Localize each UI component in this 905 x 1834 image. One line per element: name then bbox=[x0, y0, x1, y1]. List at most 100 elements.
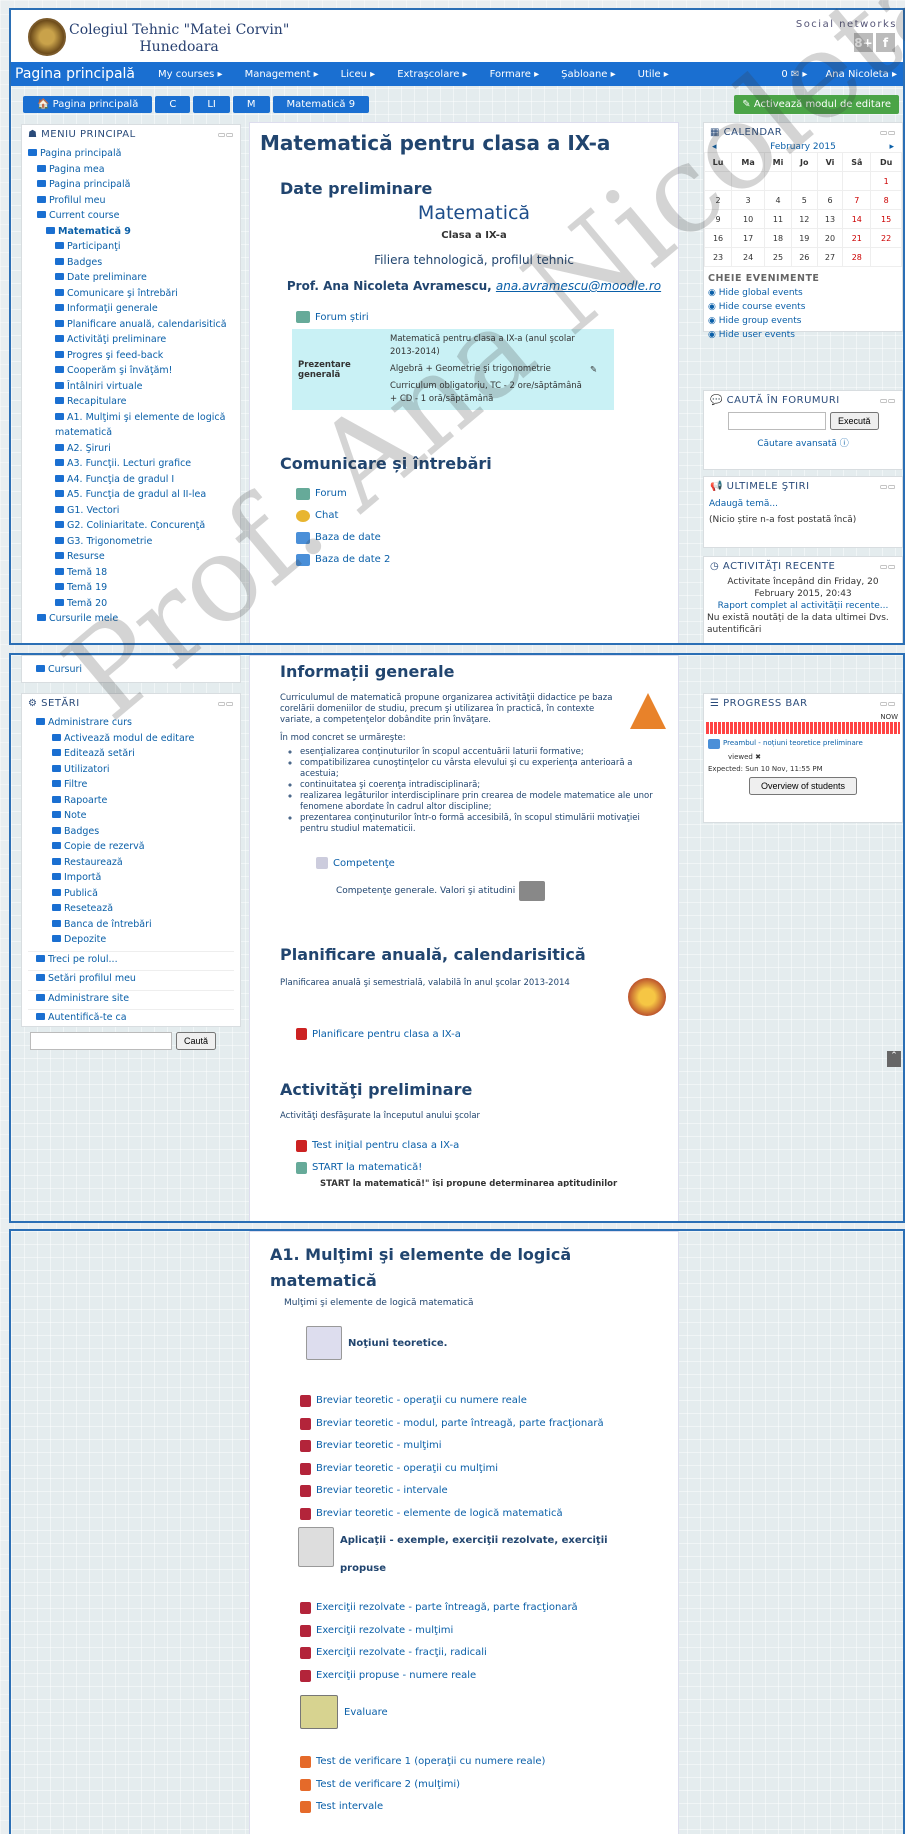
settings-item[interactable]: Filtre bbox=[28, 777, 234, 793]
breviar-link[interactable]: Breviar teoretic - operaţii cu mulţimi bbox=[300, 1458, 666, 1481]
calendar-day[interactable]: 7 bbox=[842, 190, 872, 210]
menu-item[interactable]: A1. Mulţimi şi elemente de logică matema… bbox=[28, 410, 234, 441]
section-informatii[interactable]: Informații generale bbox=[280, 662, 666, 681]
menu-item[interactable]: Profilul meu bbox=[28, 193, 234, 209]
site-name[interactable]: Colegiul Tehnic "Matei Corvin" Hunedoara bbox=[69, 22, 289, 56]
menu-item[interactable]: Informaţii generale bbox=[28, 301, 234, 317]
block-controls-icon[interactable]: ▭▭ bbox=[880, 128, 896, 137]
breviar-link[interactable]: Breviar teoretic - intervale bbox=[300, 1480, 666, 1503]
menu-item[interactable]: Întâlniri virtuale bbox=[28, 379, 234, 395]
calendar-day[interactable]: 18 bbox=[764, 228, 792, 248]
database-link[interactable]: Baza de date bbox=[296, 527, 668, 549]
section-comunicare[interactable]: Comunicare și întrebări bbox=[280, 454, 668, 473]
next-month-icon[interactable]: ▸ bbox=[889, 142, 894, 152]
breviar-link[interactable]: Breviar teoretic - elemente de logică ma… bbox=[300, 1503, 666, 1526]
menu-item[interactable]: Pagina mea bbox=[28, 162, 234, 178]
calendar-day[interactable]: 4 bbox=[764, 190, 792, 210]
forum-link[interactable]: Forum bbox=[296, 483, 668, 505]
crumb-home[interactable]: 🏠 Pagina principală bbox=[23, 96, 153, 113]
calendar-day[interactable]: 26 bbox=[790, 247, 818, 267]
test-link[interactable]: Test de verificare 2 (mulţimi) bbox=[300, 1774, 666, 1797]
breviar-link[interactable]: Breviar teoretic - mulţimi bbox=[300, 1435, 666, 1458]
nav-liceu[interactable]: Liceu ▸ bbox=[330, 69, 387, 80]
menu-item[interactable]: Current course bbox=[28, 208, 234, 224]
nav-management[interactable]: Management ▸ bbox=[234, 69, 330, 80]
block-controls-icon[interactable]: ▭▭ bbox=[880, 699, 896, 708]
calendar-day[interactable]: 1 bbox=[870, 171, 902, 191]
calendar-month[interactable]: February 2015 bbox=[770, 142, 836, 152]
crumb-li[interactable]: LI bbox=[193, 96, 230, 113]
calendar-day[interactable]: 14 bbox=[842, 209, 872, 229]
settings-item[interactable]: Restaurează bbox=[28, 855, 234, 871]
competente-link[interactable]: Competenţe bbox=[316, 857, 666, 869]
block-controls-icon[interactable]: ▭▭ bbox=[880, 396, 896, 405]
plan-link[interactable]: Planificare pentru clasa a IX-a bbox=[296, 1028, 666, 1040]
menu-item[interactable]: Date preliminare bbox=[28, 270, 234, 286]
courses-link[interactable]: Cursuri bbox=[22, 656, 240, 683]
breviar-link[interactable]: Breviar teoretic - operaţii cu numere re… bbox=[300, 1390, 666, 1413]
forum-news-link[interactable]: Forum știri bbox=[296, 311, 668, 323]
calendar-day[interactable]: 20 bbox=[816, 228, 844, 248]
block-controls-icon[interactable]: ▭▭ bbox=[880, 562, 896, 571]
calendar-day[interactable]: 2 bbox=[703, 190, 733, 210]
evaluation-link[interactable]: Evaluare bbox=[344, 1707, 388, 1718]
calendar-day[interactable]: 8 bbox=[870, 190, 902, 210]
googleplus-icon[interactable]: 8+ bbox=[854, 33, 873, 52]
settings-item[interactable]: Rapoarte bbox=[28, 793, 234, 809]
edit-pencil-icon[interactable]: ✎ bbox=[590, 331, 608, 408]
forum-search-input[interactable] bbox=[728, 412, 826, 430]
menu-item[interactable]: Participanţi bbox=[28, 239, 234, 255]
menu-item[interactable]: Badges bbox=[28, 255, 234, 271]
test-link[interactable]: Test de verificare 1 (operaţii cu numere… bbox=[300, 1751, 666, 1774]
menu-item[interactable]: Cursurile mele bbox=[28, 611, 234, 627]
settings-item[interactable]: Importă bbox=[28, 870, 234, 886]
menu-item[interactable]: Pagina principală bbox=[28, 177, 234, 193]
calendar-day[interactable]: 22 bbox=[870, 228, 902, 248]
settings-item[interactable]: Copie de rezervă bbox=[28, 839, 234, 855]
facebook-icon[interactable]: f bbox=[876, 33, 895, 52]
settings-item[interactable]: Badges bbox=[28, 824, 234, 840]
settings-item[interactable]: Utilizatori bbox=[28, 762, 234, 778]
school-logo[interactable] bbox=[28, 18, 66, 56]
settings-item[interactable]: Treci pe rolul... bbox=[28, 950, 234, 968]
calendar-day[interactable]: 6 bbox=[816, 190, 844, 210]
settings-item[interactable]: Resetează bbox=[28, 901, 234, 917]
full-report-link[interactable]: Raport complet al activității recente... bbox=[707, 600, 899, 612]
initial-test-link[interactable]: Test iniţial pentru clasa a IX-a bbox=[296, 1135, 666, 1157]
menu-item[interactable]: Matematică 9 bbox=[28, 224, 234, 240]
menu-item[interactable]: Resurse bbox=[28, 549, 234, 565]
crumb-c[interactable]: C bbox=[155, 96, 191, 113]
messages-menu[interactable]: 0 ✉ ▸ bbox=[781, 69, 807, 80]
calendar-day[interactable]: 9 bbox=[703, 209, 733, 229]
hide-group-events[interactable]: ◉ Hide group events bbox=[708, 314, 898, 328]
user-menu[interactable]: Ana Nicoleta ▸ bbox=[825, 69, 897, 80]
nav-formare[interactable]: Formare ▸ bbox=[479, 69, 551, 80]
calendar-day[interactable]: 19 bbox=[790, 228, 818, 248]
exercise-link[interactable]: Exerciţii rezolvate - fracţii, radicali bbox=[300, 1642, 666, 1665]
menu-item[interactable]: A3. Funcţii. Lecturi grafice bbox=[28, 456, 234, 472]
nav-sabloane[interactable]: Șabloane ▸ bbox=[550, 69, 627, 80]
hide-user-events[interactable]: ◉ Hide user events bbox=[708, 328, 898, 342]
crumb-course[interactable]: Matematică 9 bbox=[272, 96, 370, 113]
calendar-day[interactable]: 23 bbox=[703, 247, 733, 267]
menu-item[interactable]: G1. Vectori bbox=[28, 503, 234, 519]
prev-month-icon[interactable]: ◂ bbox=[712, 142, 717, 152]
start-link[interactable]: START la matematică! bbox=[296, 1157, 666, 1179]
calendar-day[interactable]: 25 bbox=[764, 247, 792, 267]
calendar-day[interactable]: 24 bbox=[731, 247, 766, 267]
menu-item[interactable]: Planificare anuală, calendarisitică bbox=[28, 317, 234, 333]
block-controls-icon[interactable]: ▭▭ bbox=[880, 482, 896, 491]
breviar-link[interactable]: Breviar teoretic - modul, parte întreagă… bbox=[300, 1413, 666, 1436]
calendar-day[interactable]: 12 bbox=[790, 209, 818, 229]
advanced-search-link[interactable]: Căutare avansată ⓘ bbox=[704, 436, 902, 449]
calendar-day[interactable]: 5 bbox=[790, 190, 818, 210]
exercise-link[interactable]: Exerciţii rezolvate - parte întreagă, pa… bbox=[300, 1597, 666, 1620]
nav-home[interactable]: Pagina principală bbox=[11, 66, 147, 82]
hide-global-events[interactable]: ◉ Hide global events bbox=[708, 286, 898, 300]
menu-item[interactable]: G3. Trigonometrie bbox=[28, 534, 234, 550]
settings-item[interactable]: Administrare site bbox=[28, 989, 234, 1007]
scroll-top-button[interactable]: ⌃ bbox=[887, 1051, 901, 1067]
calendar-day[interactable]: 11 bbox=[764, 209, 792, 229]
menu-item[interactable]: Comunicare şi întrebări bbox=[28, 286, 234, 302]
settings-item[interactable]: Banca de întrebări bbox=[28, 917, 234, 933]
